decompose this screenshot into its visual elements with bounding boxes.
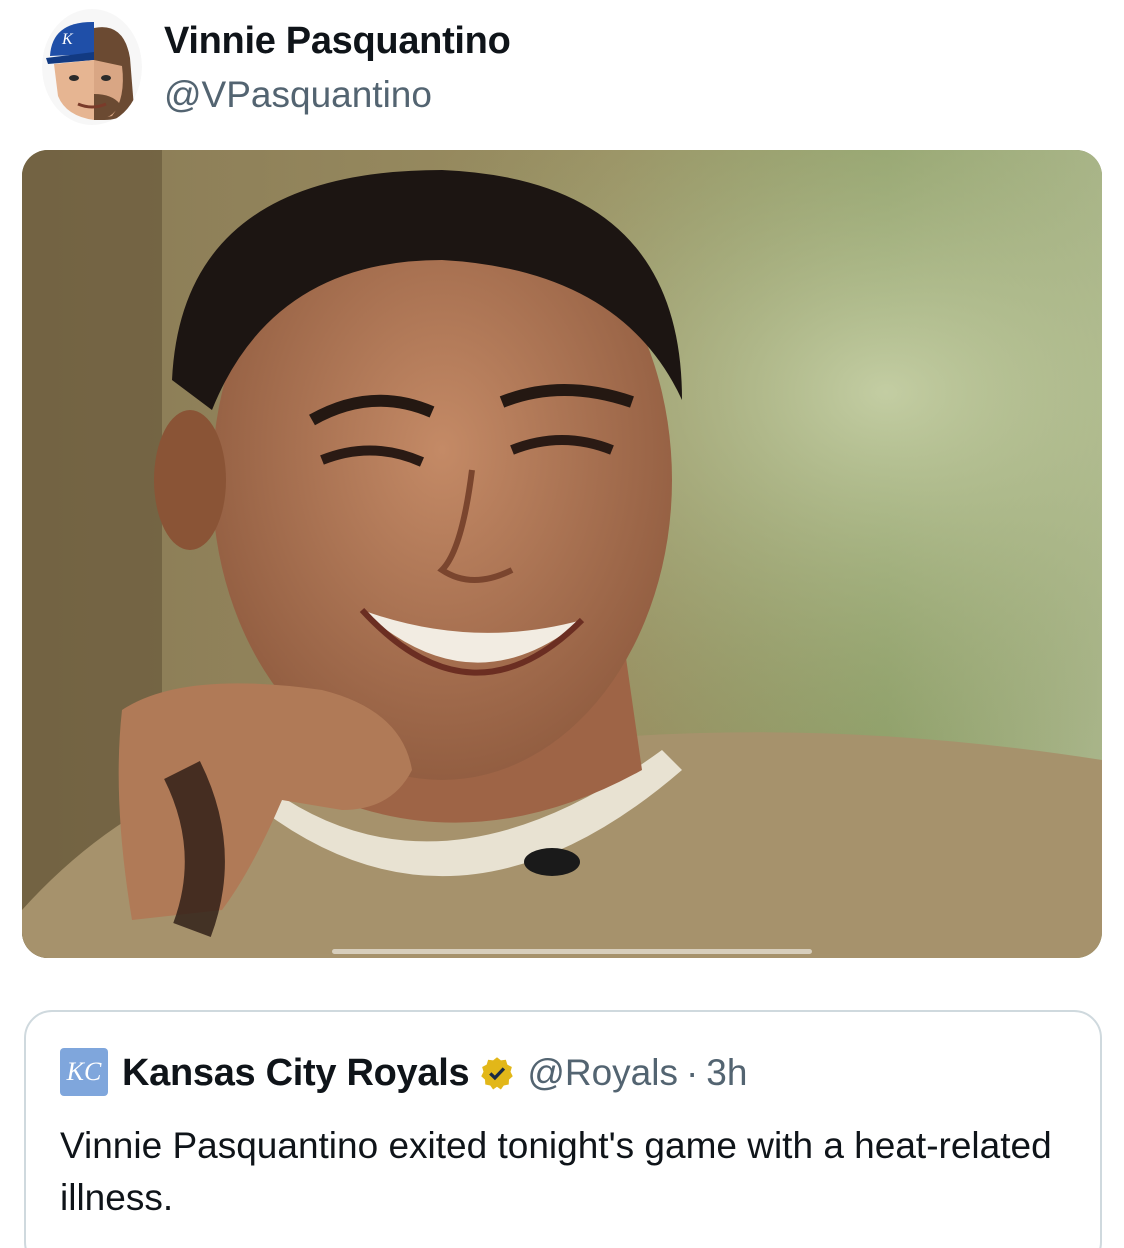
quoted-post-header: Kansas City Royals @Royals · 3h	[122, 1050, 747, 1096]
quoted-author-name[interactable]: Kansas City Royals	[122, 1052, 470, 1095]
svg-text:K: K	[61, 31, 74, 48]
quoted-post-time[interactable]: 3h	[706, 1052, 747, 1094]
author-avatar[interactable]: K	[42, 8, 142, 126]
author-handle[interactable]: @VPasquantino	[164, 74, 432, 116]
verified-gold-badge-icon	[481, 1057, 514, 1090]
author-name[interactable]: Vinnie Pasquantino	[164, 20, 511, 63]
quoted-author-handle[interactable]: @Royals	[527, 1052, 678, 1094]
royals-logo-icon[interactable]: KC	[60, 1048, 108, 1096]
video-thumbnail	[22, 150, 1102, 958]
cartoon-avatar-icon: K	[42, 9, 142, 125]
quoted-post[interactable]: KC Kansas City Royals @Royals · 3h Vinni…	[24, 1010, 1102, 1248]
quoted-post-text: Vinnie Pasquantino exited tonight's game…	[60, 1125, 1052, 1218]
video-progress-bar[interactable]	[332, 949, 812, 954]
separator-dot: ·	[685, 1052, 699, 1093]
post-media[interactable]	[22, 150, 1102, 958]
post-screenshot: K Vinnie Pasquantino @VPasquantino KC Ka…	[0, 0, 1124, 1248]
